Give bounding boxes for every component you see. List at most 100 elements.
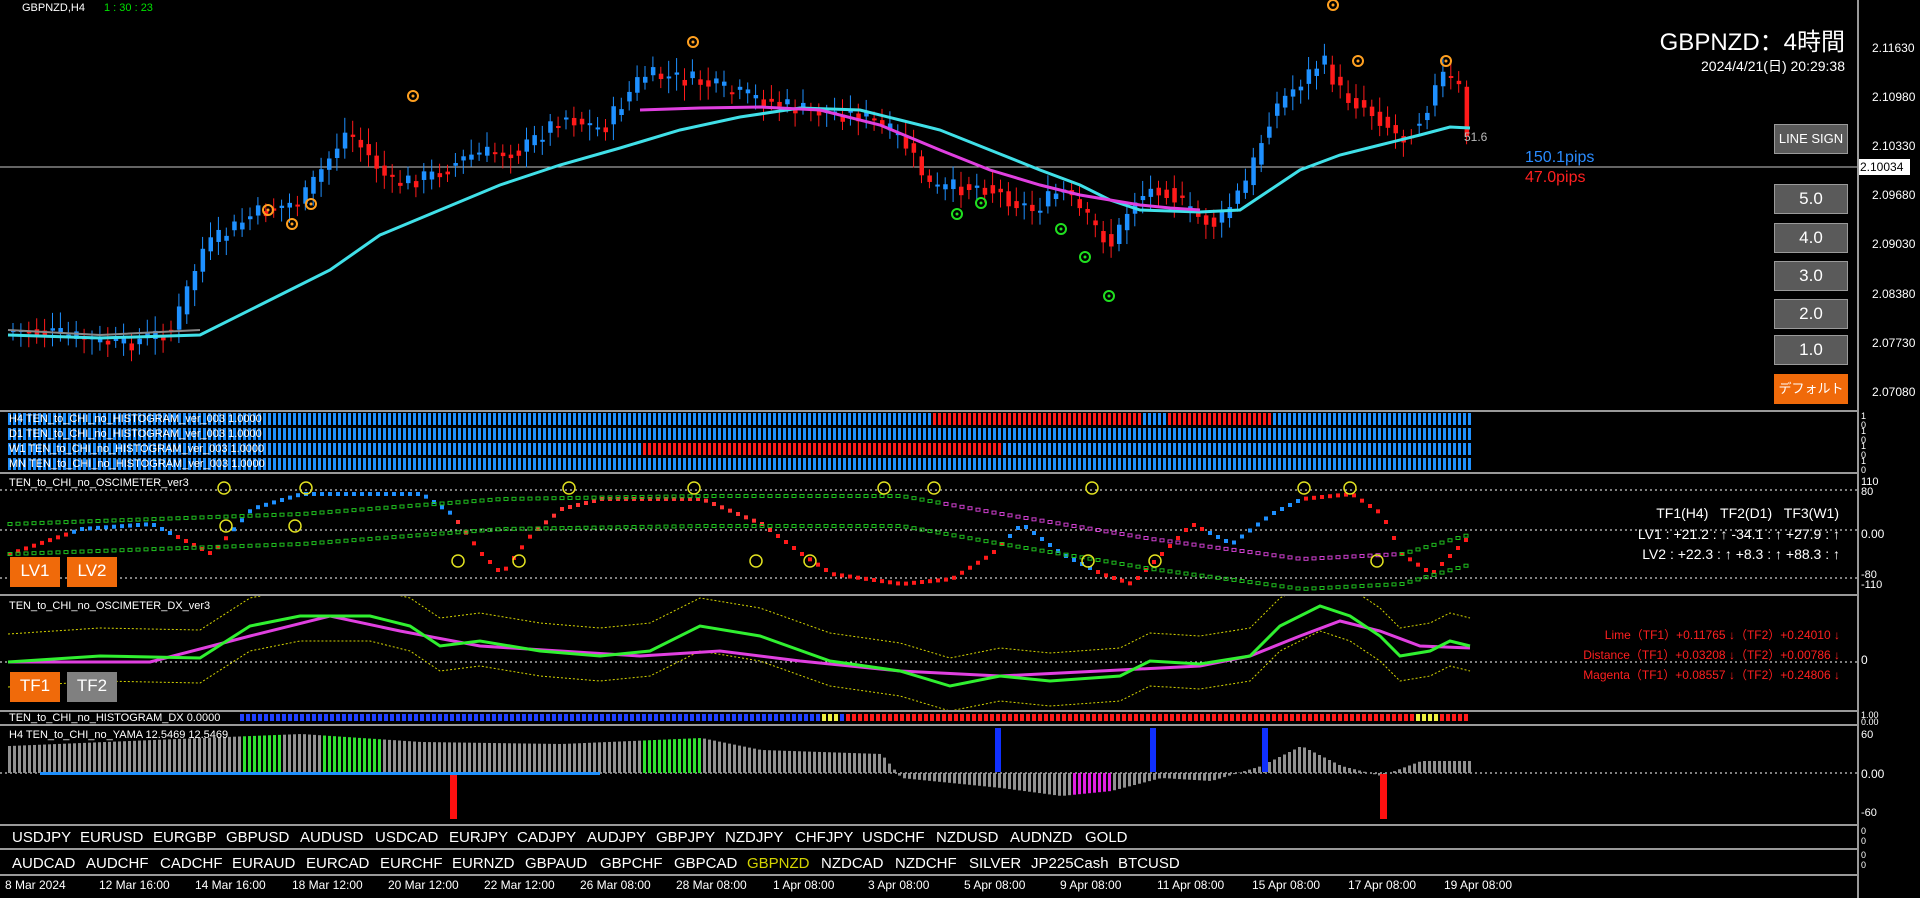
lv1-button[interactable]: LV1 <box>10 557 60 587</box>
histogram-bar <box>828 428 831 440</box>
oscimeter-dot <box>336 492 340 496</box>
histogram-dx-bar <box>1086 714 1090 721</box>
symbol-button[interactable]: EURCHF <box>380 855 443 872</box>
yama-bar <box>1208 773 1211 781</box>
level-5-button[interactable]: 5.0 <box>1774 184 1848 214</box>
oscimeter-dot <box>1424 568 1428 572</box>
histogram-dx-bar <box>354 714 358 721</box>
symbol-button[interactable]: CADJPY <box>517 829 576 846</box>
yama-bar <box>248 736 251 773</box>
symbol-button[interactable]: AUDCHF <box>86 855 149 872</box>
histogram-bar <box>1258 413 1261 425</box>
symbol-button[interactable]: BTCUSD <box>1118 855 1180 872</box>
symbol-button[interactable]: GOLD <box>1085 829 1128 846</box>
oscimeter-dot <box>839 524 845 528</box>
candle <box>666 76 672 79</box>
histogram-bar <box>883 458 886 470</box>
yama-bar <box>258 735 261 773</box>
oscimeter-dot <box>1176 536 1180 540</box>
yama-bar <box>523 743 526 773</box>
symbol-button[interactable]: AUDUSD <box>300 829 363 846</box>
tf2-button[interactable]: TF2 <box>67 672 117 702</box>
histogram-bar <box>458 458 461 470</box>
oscimeter-signal <box>1085 481 1099 495</box>
symbol-button[interactable]: EURAUD <box>232 855 295 872</box>
symbol-button[interactable]: NZDCAD <box>821 855 884 872</box>
histogram-bar <box>768 458 771 470</box>
histogram-bar <box>1363 428 1366 440</box>
level-2-button[interactable]: 2.0 <box>1774 299 1848 329</box>
histogram-bar <box>363 443 366 455</box>
histogram-bar <box>1008 443 1011 455</box>
lv2-button[interactable]: LV2 <box>67 557 117 587</box>
symbol-button[interactable]: CADCHF <box>160 855 223 872</box>
level-3-button[interactable]: 3.0 <box>1774 261 1848 291</box>
symbol-button[interactable]: USDCAD <box>375 829 438 846</box>
oscimeter-dot <box>55 550 61 555</box>
symbol-button-active[interactable]: GBPNZD <box>747 855 810 872</box>
symbol-button[interactable]: USDJPY <box>12 829 71 846</box>
tf1-button[interactable]: TF1 <box>10 672 60 702</box>
histogram-bar <box>1153 413 1156 425</box>
symbol-button[interactable]: EURUSD <box>80 829 143 846</box>
histogram-dx-bar <box>780 714 784 721</box>
symbol-button[interactable]: NZDUSD <box>936 829 999 846</box>
symbol-button[interactable]: EURCAD <box>306 855 369 872</box>
symbol-button[interactable]: AUDNZD <box>1010 829 1073 846</box>
histogram-bar <box>1428 428 1431 440</box>
symbol-button[interactable]: EURNZD <box>452 855 515 872</box>
yama-spike-down <box>450 774 457 819</box>
line-sign-button[interactable]: LINE SIGN <box>1774 124 1848 154</box>
symbol-button[interactable]: GBPUSD <box>226 829 289 846</box>
histogram-dx-bar <box>660 714 664 721</box>
histogram-bar <box>753 428 756 440</box>
symbol-button[interactable]: USDCHF <box>862 829 925 846</box>
symbol-button[interactable]: GBPAUD <box>525 855 587 872</box>
oscimeter-dot <box>1407 549 1413 554</box>
symbol-button[interactable]: EURJPY <box>449 829 508 846</box>
histogram-bar <box>643 443 646 455</box>
yama-spike-up <box>1150 728 1156 772</box>
histogram-bar <box>473 443 476 455</box>
candle <box>1354 98 1359 109</box>
histogram-bar <box>1353 413 1356 425</box>
histogram-bar <box>1018 413 1021 425</box>
histogram-bar <box>773 458 776 470</box>
symbol-button[interactable]: GBPCHF <box>600 855 663 872</box>
symbol-button[interactable]: NZDCHF <box>895 855 957 872</box>
symbol-button[interactable]: GBPJPY <box>656 829 715 846</box>
symbol-button[interactable]: SILVER <box>969 855 1021 872</box>
symbol-button[interactable]: EURGBP <box>153 829 216 846</box>
symbol-button[interactable]: AUDCAD <box>12 855 75 872</box>
symbol-button[interactable]: CHFJPY <box>795 829 853 846</box>
histogram-bar <box>1028 413 1031 425</box>
histogram-bar <box>568 413 571 425</box>
histogram-bar <box>1313 443 1316 455</box>
histogram-dx-bar <box>594 714 598 721</box>
histogram-bar <box>1423 413 1426 425</box>
symbol-button[interactable]: JP225Cash <box>1031 855 1109 872</box>
histogram-bar <box>278 413 281 425</box>
oscimeter-title: TEN_to_CHI_no_OSCIMETER_ver3 <box>9 477 189 489</box>
yama-bar <box>113 741 116 773</box>
oscimeter-dot <box>239 544 245 549</box>
oscimeter-dot <box>1431 572 1437 577</box>
symbol-button[interactable]: GBPCAD <box>674 855 737 872</box>
histogram-bar <box>1118 413 1121 425</box>
histogram-bar <box>1078 443 1081 455</box>
buy-signal-dot <box>955 212 959 216</box>
symbol-button[interactable]: AUDJPY <box>587 829 646 846</box>
level-1-button[interactable]: 1.0 <box>1774 335 1848 365</box>
dx-lime-line <box>7 604 1471 688</box>
histogram-bar <box>1173 458 1176 470</box>
symbol-button[interactable]: NZDJPY <box>725 829 783 846</box>
level-4-button[interactable]: 4.0 <box>1774 223 1848 253</box>
candle <box>1251 157 1256 186</box>
candle <box>872 118 877 121</box>
oscimeter-dot <box>1191 542 1197 547</box>
yama-bar <box>268 735 271 773</box>
price-chart[interactable] <box>0 0 1857 410</box>
yama-bar <box>683 738 686 773</box>
histogram-bar <box>1243 443 1246 455</box>
default-button[interactable]: デフォルト <box>1774 374 1848 404</box>
